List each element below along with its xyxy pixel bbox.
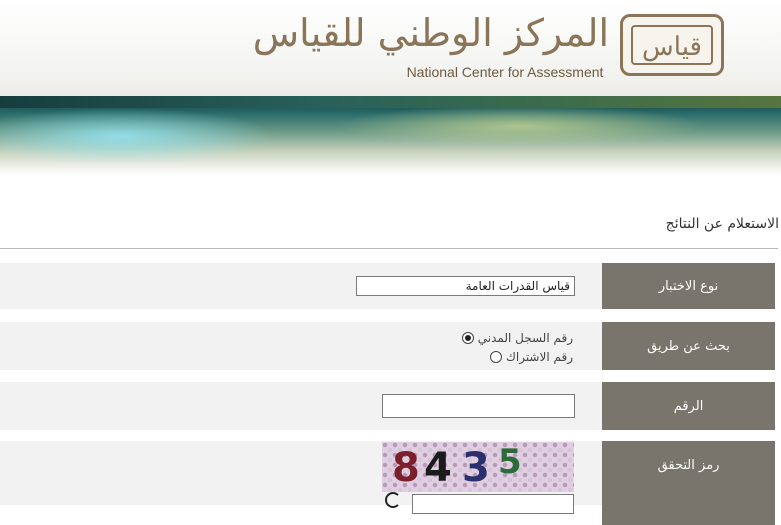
captcha-label: رمز التحقق [602,441,775,525]
title-divider [0,248,778,249]
page-title: الاستعلام عن النتائج [665,216,779,232]
radio-option-subscription[interactable]: رقم الاشتراك [489,348,573,366]
captcha-digit: 5 [498,442,522,482]
number-label: الرقم [602,382,775,430]
captcha-label-text: رمز التحقق [657,457,720,473]
radio-empty-icon[interactable] [489,351,502,363]
exam-type-label: نوع الاختبار [602,263,775,309]
radio-label-subscription: رقم الاشتراك [505,350,573,364]
search-by-label: بحث عن طريق [602,322,775,370]
radio-option-civil-id[interactable]: رقم السجل المدني [461,329,573,347]
radio-selected-icon[interactable] [461,332,474,344]
header-banner [0,96,781,176]
exam-type-field[interactable] [356,276,575,296]
captcha-image: 8 4 3 5 [382,442,574,492]
site-header: المركز الوطني للقياس National Center for… [0,0,781,96]
banner-stripe [0,96,781,108]
logo-mark-text: قياس [631,25,713,65]
logo-arabic-text: المركز الوطني للقياس [252,11,610,55]
logo-english-text: National Center for Assessment [406,64,604,80]
refresh-icon[interactable] [385,492,401,508]
captcha-digit: 3 [462,445,490,491]
logo-mark[interactable]: قياس [620,14,724,76]
captcha-digit: 8 [392,445,420,491]
radio-label-civil-id: رقم السجل المدني [477,331,573,345]
captcha-digit: 4 [424,445,452,491]
number-input[interactable] [382,394,575,418]
captcha-input[interactable] [412,494,574,514]
